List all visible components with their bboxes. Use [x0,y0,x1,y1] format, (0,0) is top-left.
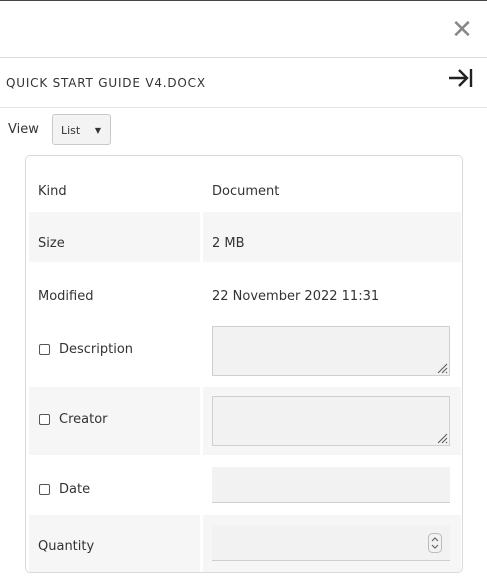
property-row-quantity: Quantity [29,515,461,572]
property-label: Date [59,482,91,497]
divider [0,107,487,108]
property-label: Kind [38,184,67,199]
property-label: Size [38,236,65,251]
caret-down-icon: ▼ [94,126,101,135]
property-value: Document [212,184,280,199]
date-checkbox[interactable] [39,484,50,495]
close-icon: ✕ [451,15,473,45]
resize-grip-icon[interactable] [436,432,448,444]
property-row-date: Date [29,457,461,513]
description-checkbox[interactable] [39,344,50,355]
resize-grip-icon[interactable] [436,362,448,374]
property-label: Quantity [38,539,95,554]
property-label: Creator [59,412,108,427]
view-select-value: List [61,124,81,137]
property-row-size: Size 2 MB [29,212,461,262]
creator-textarea[interactable] [212,396,450,446]
view-label: View [8,122,39,137]
property-value: 2 MB [212,236,245,251]
property-label: Modified [38,289,94,304]
date-input[interactable] [212,467,450,503]
quantity-stepper[interactable] [212,525,450,561]
description-textarea[interactable] [212,326,450,376]
property-value: 22 November 2022 11:31 [212,289,380,304]
property-row-modified: Modified 22 November 2022 11:31 [29,264,461,317]
property-row-creator: Creator [29,387,461,455]
properties-panel: Kind Document Size 2 MB Modified 22 Nove… [25,155,463,573]
window-top-border [0,0,487,1]
property-row-description: Description [29,317,461,385]
file-name: QUICK START GUIDE V4.DOCX [6,76,206,90]
file-header: QUICK START GUIDE V4.DOCX [0,58,487,107]
property-row-kind: Kind Document [29,158,461,210]
collapse-right-icon[interactable] [447,66,475,90]
spinner-arrows-icon[interactable] [428,533,442,553]
property-label: Description [59,342,134,357]
close-button[interactable]: ✕ [451,17,473,43]
creator-checkbox[interactable] [39,414,50,425]
view-select[interactable]: List ▼ [52,114,111,145]
